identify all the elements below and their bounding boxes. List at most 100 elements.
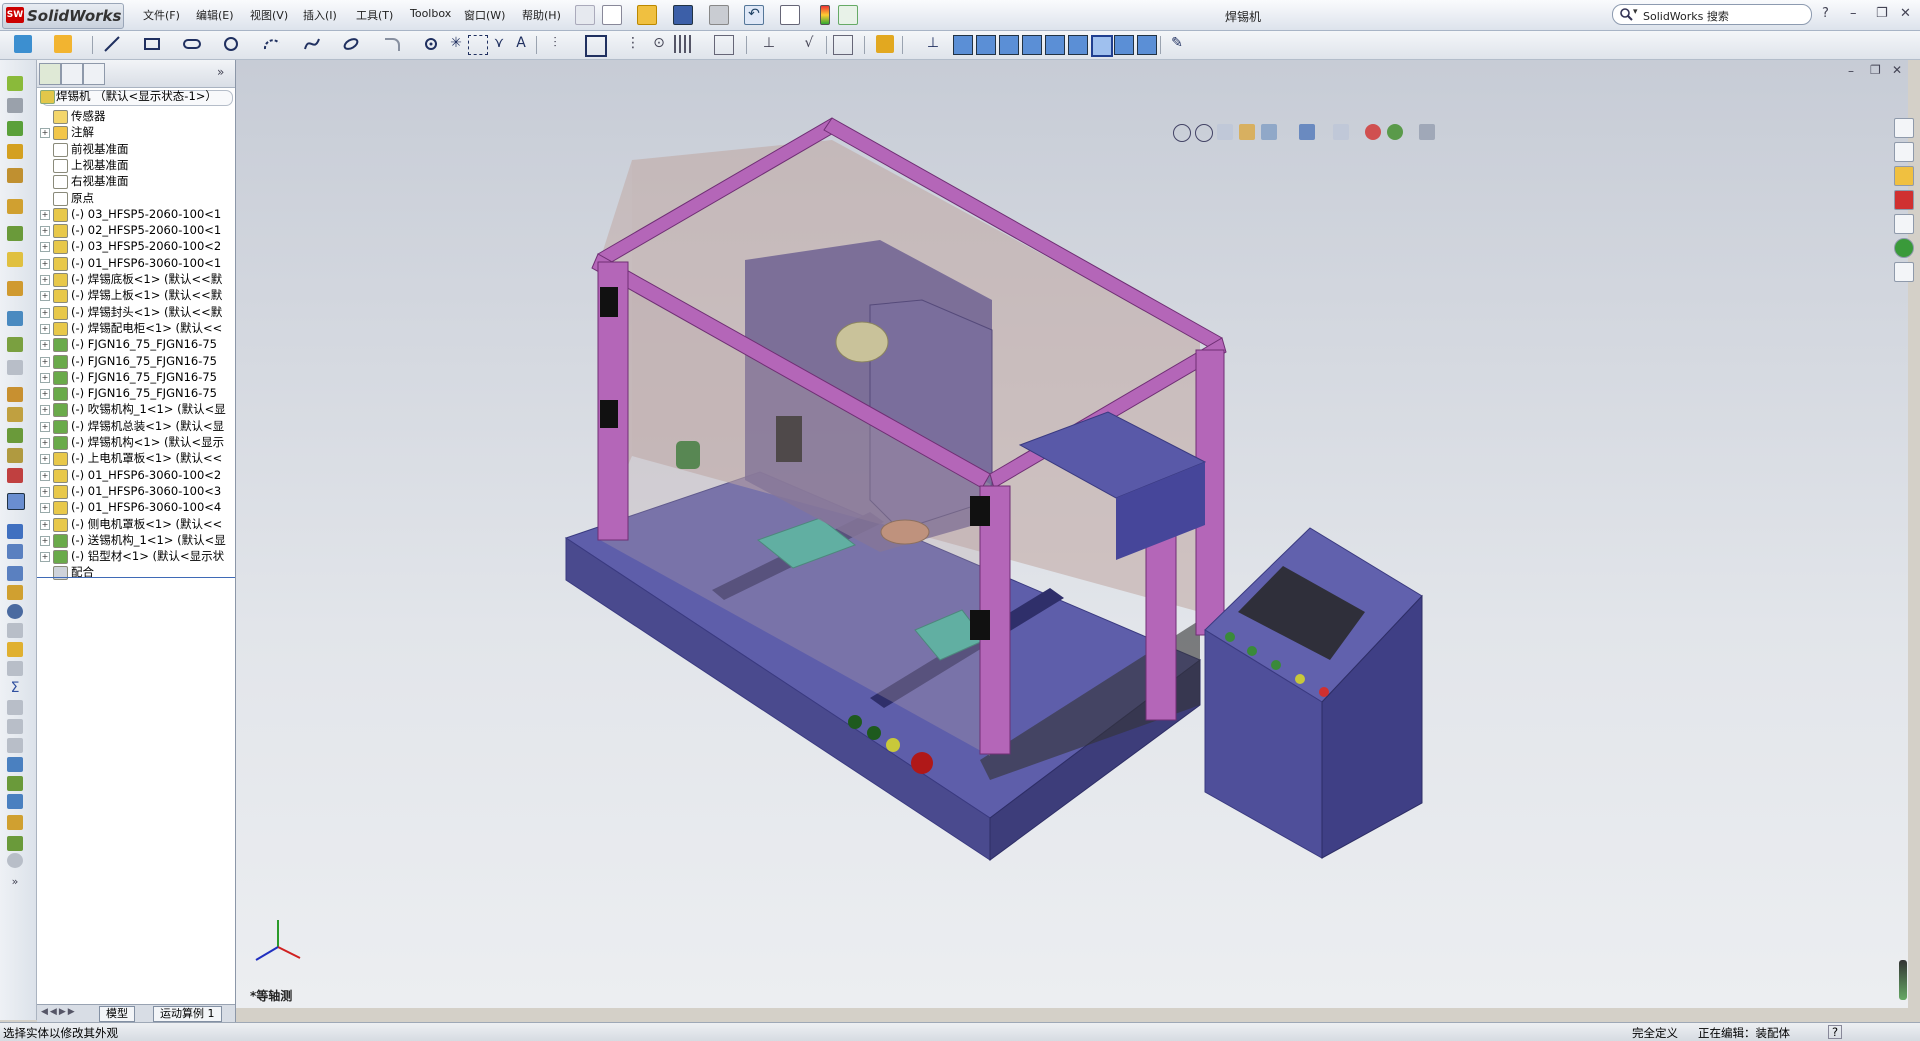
design-library-icon[interactable] [1894,142,1914,162]
linear-pattern-icon[interactable] [7,281,23,296]
expand-icon[interactable]: + [40,209,50,220]
open-folder-icon[interactable] [637,5,657,25]
viewport-minimize-icon[interactable]: – [1848,64,1854,78]
menu-view[interactable]: 视图(V) [250,7,288,23]
smart-dimension-icon[interactable] [54,35,72,53]
spell-check-icon[interactable] [7,524,23,539]
expand-icon[interactable]: + [40,503,50,514]
fillet-icon[interactable] [383,35,401,53]
menu-insert[interactable]: 插入(I) [303,7,337,23]
previous-view-icon[interactable] [1217,124,1233,140]
expand-icon[interactable]: + [40,242,50,253]
search-dropdown-icon[interactable]: ▾ [1633,7,1638,17]
expand-icon[interactable]: + [40,356,50,367]
expand-icon[interactable]: + [40,470,50,481]
view-front-icon[interactable] [953,35,973,55]
expand-icon[interactable]: + [40,226,50,237]
tree-item[interactable]: + (-) FJGN16_75_FJGN16-75 [37,352,235,370]
revolve-icon[interactable] [7,98,23,113]
offset-entities-icon[interactable] [422,35,440,53]
view-right-icon[interactable] [1022,35,1042,55]
view-top-icon[interactable] [1045,35,1065,55]
move-entities-icon[interactable] [585,35,607,57]
pin-menu-icon[interactable] [575,5,595,25]
boundary-icon[interactable] [7,168,23,183]
menu-file[interactable]: 文件(F) [143,7,180,23]
tree-item[interactable]: 原点 [37,189,235,207]
search-results-icon[interactable] [1894,190,1914,210]
tree-item[interactable]: + (-) FJGN16_75_FJGN16-75 [37,384,235,402]
balloon-icon[interactable] [7,566,23,581]
tree-item[interactable]: + (-) 01_HFSP6-3060-100<4 [37,498,235,516]
collapse-panel-icon[interactable]: » [217,65,224,79]
spline-icon[interactable] [303,35,321,53]
tree-item[interactable]: + (-) 02_HFSP5-2060-100<1 [37,221,235,239]
menu-edit[interactable]: 编辑(E) [196,7,234,23]
tree-item[interactable]: + (-) 焊锡机总装<1> (默认<显 [37,417,235,435]
tree-item[interactable]: + (-) 铝型材<1> (默认<显示状 [37,547,235,565]
custom-properties-icon[interactable] [1894,262,1914,282]
expand-icon[interactable]: + [40,275,50,285]
tree-item[interactable]: + (-) 侧电机罩板<1> (默认<< [37,515,235,533]
tree-item[interactable]: + (-) 焊锡机构<1> (默认<显示 [37,433,235,451]
view-isometric-icon[interactable] [1091,35,1113,57]
view-trimetric-icon[interactable] [1114,35,1134,55]
tree-item[interactable]: + (-) 送锡机构_1<1> (默认<显 [37,531,235,549]
circular-pattern-icon[interactable]: ⊙ [650,35,668,53]
tree-item[interactable]: + (-) 焊锡配电柜<1> (默认<< [37,319,235,337]
tree-item[interactable]: + (-) 焊锡底板<1> (默认<<默 [37,270,235,288]
measure-icon[interactable]: ✎ [1168,35,1186,53]
view-settings-icon[interactable] [1419,124,1435,140]
tree-item[interactable]: + (-) 上电机罩板<1> (默认<< [37,449,235,467]
reference-geometry-icon[interactable] [7,407,23,422]
tree-item[interactable]: + 注解 [37,123,235,141]
move-component-icon[interactable] [7,337,23,352]
save-icon[interactable] [673,5,693,25]
constraint-icon[interactable]: √ [800,35,818,53]
note-icon[interactable] [7,544,23,559]
insert-component-icon[interactable] [7,226,23,241]
view-back-icon[interactable] [976,35,996,55]
graphics-viewport[interactable]: – ❐ ✕ [236,60,1908,1008]
rebuild-icon[interactable] [820,5,830,25]
normal-to-icon[interactable]: ⊥ [924,35,942,53]
expand-icon[interactable]: + [40,535,50,546]
restore-button[interactable]: ❐ [1876,6,1888,21]
file-explorer-icon[interactable] [1894,166,1914,186]
expand-icon[interactable]: + [40,405,50,416]
tab-motion-study[interactable]: 运动算例 1 [153,1006,222,1022]
assembly-features-icon[interactable] [7,387,23,402]
tree-item[interactable]: + (-) FJGN16_75_FJGN16-75 [37,335,235,353]
tree-item[interactable]: + (-) 01_HFSP6-3060-100<3 [37,482,235,500]
help-button[interactable]: ? [1822,6,1829,21]
interference-icon[interactable] [7,719,23,734]
arc-icon[interactable] [263,35,281,53]
section-view-icon[interactable] [7,700,23,715]
options-icon[interactable] [838,5,858,25]
rollback-bar[interactable] [37,577,235,578]
expand-icon[interactable]: + [40,552,50,563]
sum-icon[interactable]: Σ [7,680,23,696]
display-style-icon[interactable] [1299,124,1315,140]
exploded-view-icon[interactable] [7,468,23,483]
appearances-scenes-icon[interactable] [1894,238,1914,258]
repair-sketch-icon[interactable] [833,35,853,55]
assembly-tool-icon[interactable] [7,199,23,214]
datum-icon[interactable] [7,642,23,657]
new-document-icon[interactable] [602,5,622,25]
expand-icon[interactable]: + [40,323,50,334]
analyze-icon[interactable] [7,853,23,868]
tree-item[interactable]: + (-) 01_HFSP6-3060-100<2 [37,466,235,484]
tree-item[interactable]: 上视基准面 [37,156,235,174]
menu-window[interactable]: 窗口(W) [464,7,505,23]
slot-icon[interactable] [183,35,201,53]
viewport-scroll-indicator[interactable] [1899,960,1907,1000]
circle-icon[interactable] [222,35,240,53]
expand-icon[interactable]: + [40,291,50,302]
bill-of-materials-icon[interactable] [7,448,23,463]
model-view[interactable] [236,60,1908,1008]
new-motion-study-icon[interactable] [7,428,23,443]
viewport-restore-icon[interactable]: ❐ [1870,63,1881,77]
tree-item[interactable]: + (-) 焊锡上板<1> (默认<<默 [37,286,235,304]
tree-item[interactable]: 前视基准面 [37,140,235,158]
